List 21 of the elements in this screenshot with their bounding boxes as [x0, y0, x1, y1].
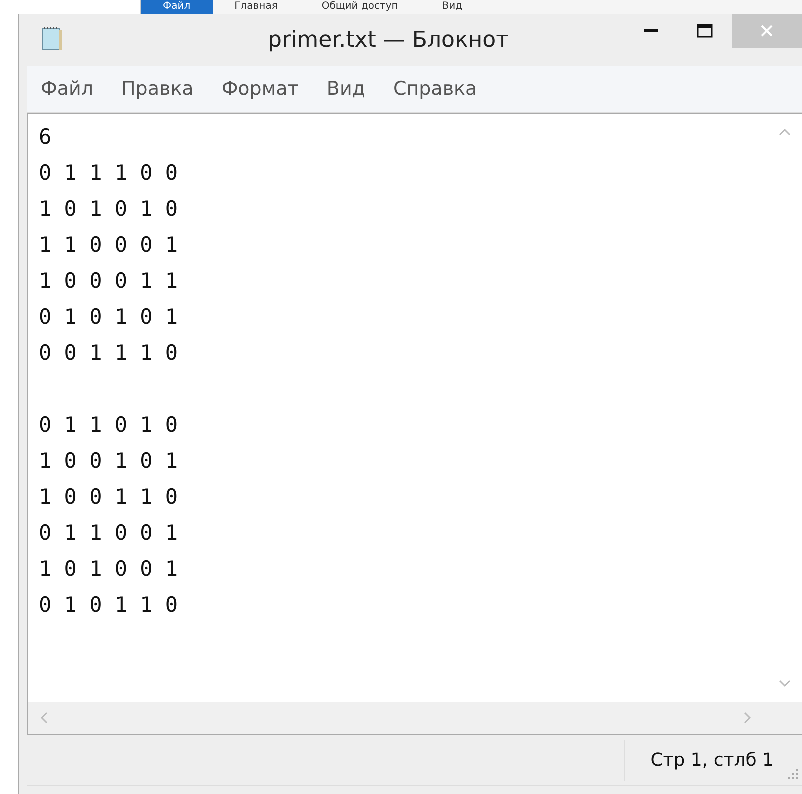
scroll-left-icon[interactable]	[40, 712, 48, 724]
notepad-icon	[41, 26, 63, 52]
maximize-icon	[697, 24, 713, 38]
menu-item[interactable]: Вид	[326, 78, 366, 100]
menu-item[interactable]: Справка	[393, 78, 478, 100]
editor-text: 6 0 1 1 1 0 0 1 0 1 0 1 0 1 1 0 0 0 1 1 0 0 0 1 1 0 1 0 1 0 1 0 0 1 1 1 0 0 1 1 0 1 0 1 0 0 1 0 1 1 0 0 1 1 0 0 1 1 0 0 1 1 0 1 0 0 1 0 1 0 1 1 0	[38, 124, 180, 619]
ribbon-tab[interactable]: Вид	[420, 0, 485, 14]
scroll-up-icon[interactable]	[779, 128, 791, 136]
ribbon-tab[interactable]: Файл	[141, 0, 213, 14]
window-title: primer.txt — Блокнот	[267, 28, 510, 53]
menu-item[interactable]: Формат	[222, 78, 299, 100]
close-icon	[760, 24, 774, 38]
menu-item[interactable]: Файл	[41, 78, 94, 100]
scroll-right-icon[interactable]	[744, 712, 752, 724]
scroll-down-icon[interactable]	[779, 680, 791, 688]
resize-grip-icon[interactable]	[788, 769, 798, 779]
ribbon-tab[interactable]: Общий доступ	[300, 0, 420, 14]
text-editor[interactable]: 6 0 1 1 1 0 0 1 0 1 0 1 0 1 1 0 0 0 1 1 0 0 0 1 1 0 1 0 1 0 1 0 0 1 1 1 0 0 1 1 0 1 0 1 0 0 1 0 1 1 0 0 1 1 0 0 1 1 0 0 1 1 0 1 0 0 1 0 1 0 1 1 0	[27, 113, 802, 735]
ribbon-tab[interactable]: Главная	[212, 0, 300, 14]
minimize-icon	[644, 29, 658, 33]
menu-item[interactable]: Правка	[122, 78, 194, 100]
